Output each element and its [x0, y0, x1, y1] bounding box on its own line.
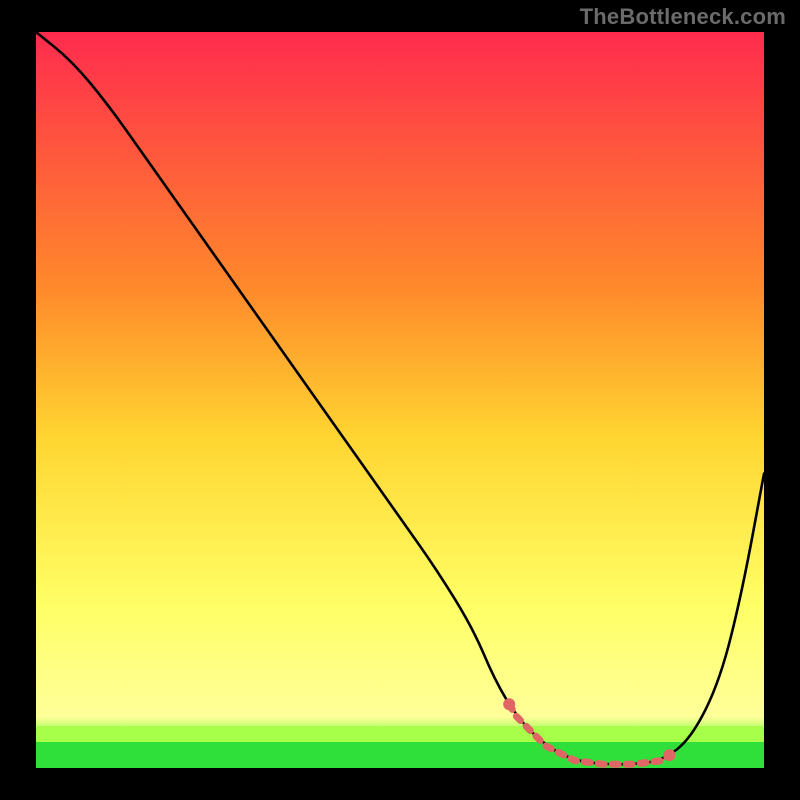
bottleneck-chart-svg — [0, 0, 800, 800]
highlight-end-dot — [663, 749, 675, 761]
watermark-label: TheBottleneck.com — [580, 4, 786, 30]
light-green-band — [36, 726, 764, 742]
heatmap-gradient-rect — [36, 32, 764, 768]
frame-bottom — [0, 768, 800, 800]
highlight-start-dot — [503, 698, 515, 710]
chart-container: TheBottleneck.com — [0, 0, 800, 800]
frame-right — [764, 0, 800, 800]
frame-left — [0, 0, 36, 800]
